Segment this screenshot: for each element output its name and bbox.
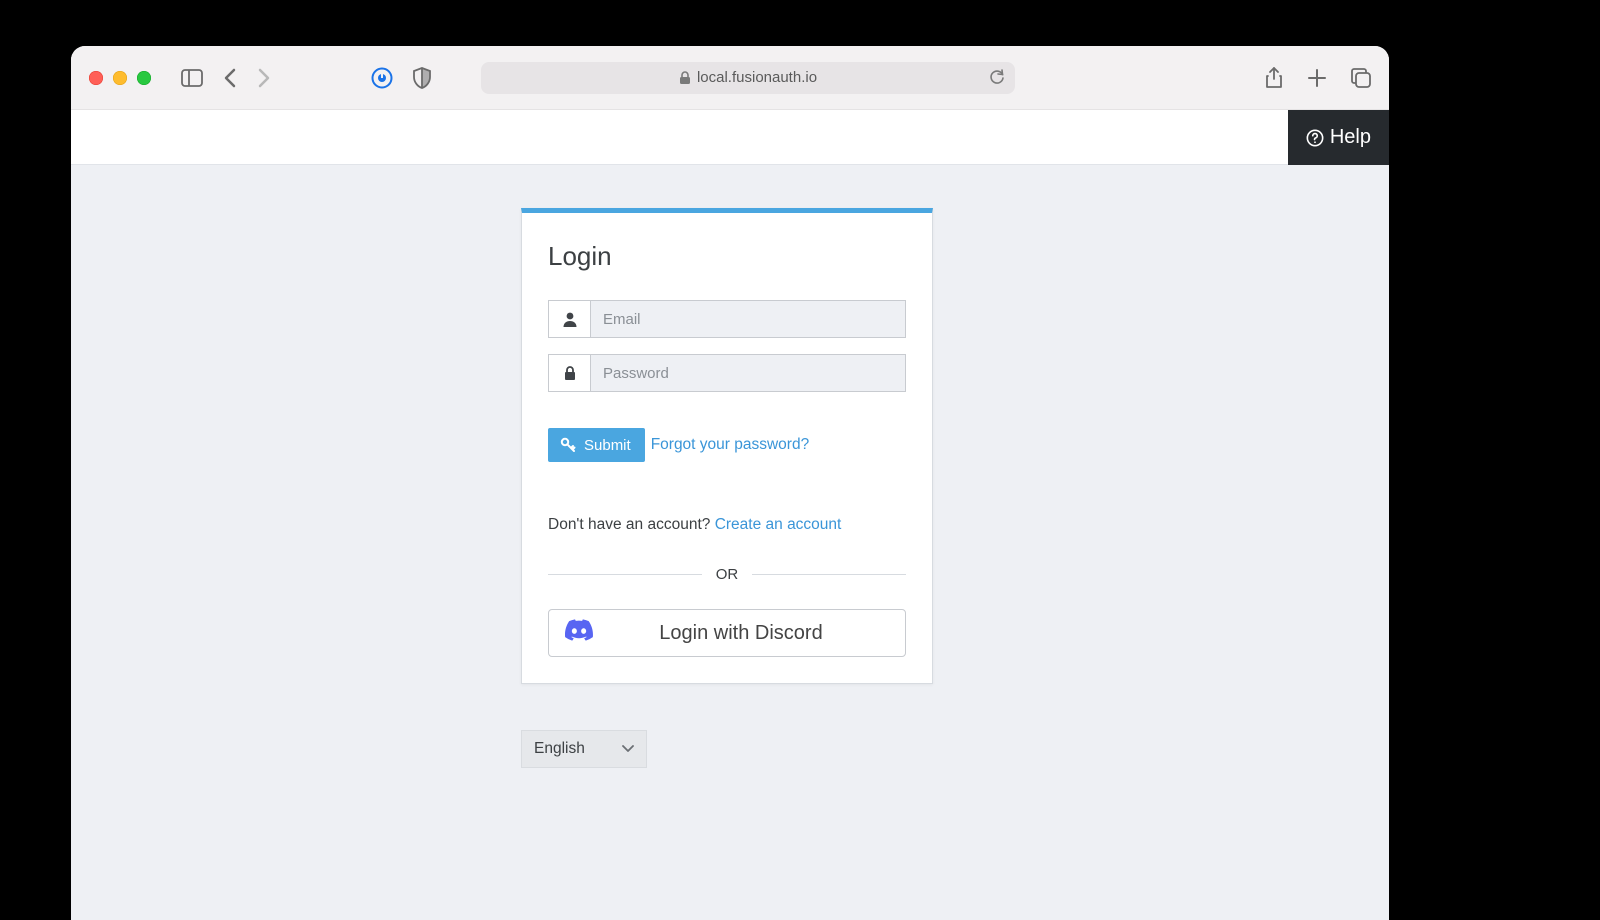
address-bar[interactable]: local.fusionauth.io (481, 62, 1015, 94)
chevron-down-icon (622, 740, 634, 758)
reload-icon[interactable] (989, 69, 1005, 87)
or-divider: OR (548, 566, 906, 583)
password-field[interactable] (591, 355, 905, 391)
key-icon (560, 437, 576, 453)
no-account-row: Don't have an account? Create an account (548, 516, 906, 534)
email-field[interactable] (591, 301, 905, 337)
forward-button[interactable] (257, 67, 271, 89)
onepassword-icon[interactable] (371, 67, 393, 89)
create-account-link[interactable]: Create an account (715, 516, 842, 533)
help-button[interactable]: Help (1288, 110, 1389, 165)
browser-window: local.fusionauth.io (71, 46, 1389, 920)
divider-line-right (752, 574, 906, 575)
help-label: Help (1330, 126, 1371, 149)
user-icon (549, 301, 591, 337)
share-icon[interactable] (1265, 67, 1283, 89)
lock-field-icon (549, 355, 591, 391)
password-group (548, 354, 906, 392)
submit-button[interactable]: Submit (548, 428, 645, 462)
back-button[interactable] (223, 67, 237, 89)
sidebar-toggle-icon[interactable] (181, 69, 203, 87)
help-icon (1306, 129, 1324, 147)
login-with-discord-button[interactable]: Login with Discord (548, 609, 906, 657)
window-close-icon[interactable] (89, 71, 103, 85)
or-label: OR (702, 566, 753, 583)
app-topbar: Help (71, 110, 1389, 165)
window-traffic-lights (89, 71, 151, 85)
lock-icon (679, 71, 691, 85)
privacy-shield-icon[interactable] (413, 67, 431, 89)
address-bar-host: local.fusionauth.io (697, 69, 817, 86)
language-selector[interactable]: English (521, 730, 647, 768)
browser-titlebar: local.fusionauth.io (71, 46, 1389, 110)
submit-label: Submit (584, 437, 631, 454)
email-group (548, 300, 906, 338)
tabs-overview-icon[interactable] (1351, 68, 1371, 88)
forgot-password-link[interactable]: Forgot your password? (651, 436, 810, 454)
login-card: Login (521, 208, 933, 684)
discord-button-label: Login with Discord (593, 622, 889, 645)
login-title: Login (548, 241, 906, 272)
divider-line-left (548, 574, 702, 575)
language-selected: English (534, 740, 585, 758)
action-row: Submit Forgot your password? (548, 428, 906, 462)
window-zoom-icon[interactable] (137, 71, 151, 85)
window-minimize-icon[interactable] (113, 71, 127, 85)
page-content: Help Login (71, 110, 1389, 920)
discord-icon (565, 619, 593, 647)
titlebar-right-group (1265, 46, 1371, 109)
new-tab-icon[interactable] (1307, 68, 1327, 88)
no-account-text: Don't have an account? (548, 516, 715, 533)
